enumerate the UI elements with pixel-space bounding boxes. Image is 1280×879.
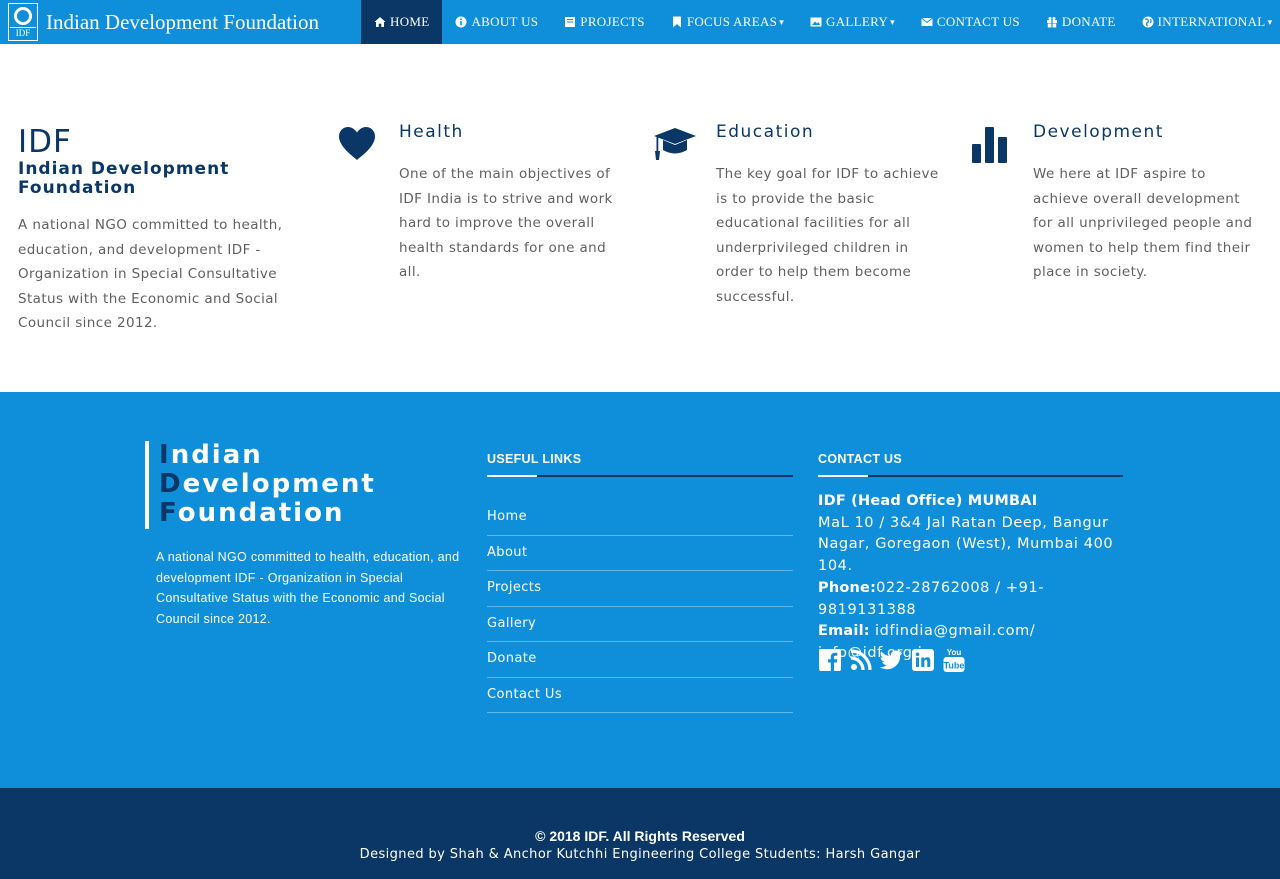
footer: Indian Development Foundation A national… <box>0 392 1280 788</box>
heart-icon <box>337 124 379 166</box>
nav-contact-us[interactable]: CONTACT US <box>908 0 1033 44</box>
feature-development-title: Development <box>1033 122 1164 142</box>
footer-description: A national NGO committed to health, educ… <box>156 550 460 626</box>
intro-title: IDF <box>18 124 72 160</box>
intro-description: A national NGO committed to health, educ… <box>18 217 283 331</box>
nav-international[interactable]: INTERNATIONAL ▾ <box>1129 0 1280 44</box>
footer-link-projects[interactable]: Projects <box>487 571 793 607</box>
nav-home[interactable]: HOME <box>361 0 443 44</box>
footer-link-home[interactable]: Home <box>487 500 793 536</box>
globe-icon <box>1142 16 1154 28</box>
nav-about-us-label: ABOUT US <box>471 14 539 29</box>
nav-home-label: HOME <box>390 14 430 29</box>
nav-projects[interactable]: PROJECTS <box>551 0 658 44</box>
nav-focus-areas-label: FOCUS AREAS <box>686 14 778 29</box>
contact-heading: CONTACT US <box>818 452 903 466</box>
social-links: You Tube <box>818 648 965 672</box>
logo-text: IDF <box>10 27 36 39</box>
svg-text:You: You <box>946 648 961 657</box>
nav-focus-areas[interactable]: FOCUS AREAS ▾ <box>658 0 797 44</box>
graduation-cap-icon <box>654 124 696 166</box>
useful-links-divider <box>487 475 793 477</box>
feature-health-title: Health <box>399 122 464 142</box>
twitter-icon[interactable] <box>880 648 903 672</box>
main-nav: HOME ABOUT US PROJECTS FOCUS AREAS ▾ GAL… <box>361 0 1280 44</box>
picture-icon <box>810 16 822 28</box>
book-icon <box>564 16 576 28</box>
top-navbar: IDF Indian Development Foundation HOME A… <box>0 0 1280 44</box>
feature-development-text: We here at IDF aspire to achieve overall… <box>1033 166 1253 280</box>
chevron-down-icon: ▾ <box>1267 16 1273 27</box>
feature-education-text: The key goal for IDF to achieve is to pr… <box>716 166 939 305</box>
chevron-down-icon: ▾ <box>779 16 785 27</box>
bottom-bar: © 2018 IDF. All Rights Reserved Designed… <box>0 788 1280 879</box>
nav-about-us[interactable]: ABOUT US <box>442 0 551 44</box>
intro-subtitle: Indian Development Foundation <box>18 159 230 198</box>
footer-link-donate[interactable]: Donate <box>487 642 793 678</box>
useful-links-heading: USEFUL LINKS <box>487 452 582 466</box>
youtube-icon[interactable]: You Tube <box>942 648 965 672</box>
nav-gallery-label: GALLERY <box>826 14 889 29</box>
linkedin-icon[interactable] <box>911 648 934 672</box>
designed-by-text: Designed by Shah & Anchor Kutchhi Engine… <box>359 847 921 862</box>
nav-projects-label: PROJECTS <box>580 14 645 29</box>
office-name: IDF (Head Office) MUMBAI <box>818 493 1038 509</box>
feature-education-title: Education <box>716 122 815 142</box>
brand-name: Indian Development Foundation <box>46 9 319 34</box>
contact-divider <box>818 475 1123 477</box>
idf-logo: IDF <box>8 3 38 41</box>
brand-link[interactable]: IDF Indian Development Foundation <box>8 3 319 41</box>
footer-logo: Indian Development Foundation <box>145 441 376 529</box>
nav-gallery[interactable]: GALLERY ▾ <box>797 0 908 44</box>
bookmark-icon <box>671 16 683 28</box>
office-address: MaL 10 / 3&4 Jal Ratan Deep, Bangur Naga… <box>818 514 1114 575</box>
rss-icon[interactable] <box>849 648 872 672</box>
intro-section: IDF Indian Development Foundation A nati… <box>0 44 1280 392</box>
svg-text:Tube: Tube <box>943 661 964 671</box>
nav-international-label: INTERNATIONAL <box>1157 14 1266 29</box>
envelope-icon <box>921 16 933 28</box>
bar-chart-icon <box>971 124 1013 166</box>
feature-health-text: One of the main objectives of IDF India … <box>399 166 613 280</box>
nav-donate[interactable]: DONATE <box>1033 0 1129 44</box>
footer-link-gallery[interactable]: Gallery <box>487 607 793 642</box>
useful-links-list: Home About Projects Gallery Donate Conta… <box>487 500 793 713</box>
facebook-icon[interactable] <box>818 648 841 672</box>
phone-label: Phone: <box>818 579 877 596</box>
chevron-down-icon: ▾ <box>890 16 895 27</box>
email-label: Email: <box>818 623 870 640</box>
home-icon <box>374 16 386 28</box>
footer-link-contact-us[interactable]: Contact Us <box>487 678 793 713</box>
footer-link-about[interactable]: About <box>487 536 793 571</box>
contact-block: IDF (Head Office) MUMBAI MaL 10 / 3&4 Ja… <box>818 491 1138 665</box>
gift-icon <box>1046 16 1058 28</box>
info-icon <box>455 16 467 28</box>
nav-contact-us-label: CONTACT US <box>936 14 1020 29</box>
nav-donate-label: DONATE <box>1061 14 1116 29</box>
copyright-text: © 2018 IDF. All Rights Reserved <box>535 828 745 844</box>
